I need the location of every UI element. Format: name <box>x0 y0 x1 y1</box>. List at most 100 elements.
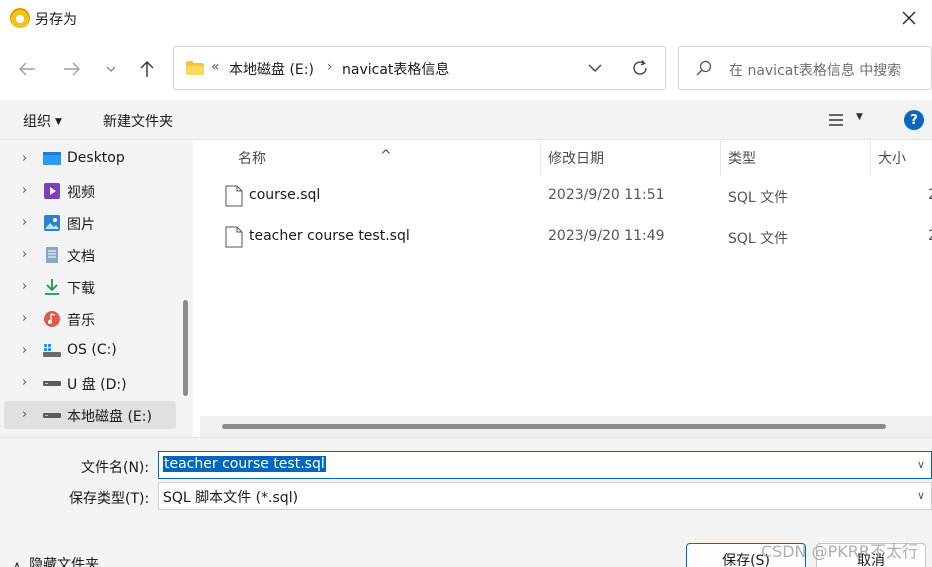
organize-label: 组织 <box>23 114 51 130</box>
documents-icon <box>46 247 58 263</box>
view-options-icon[interactable] <box>828 112 844 128</box>
table-row[interactable]: teacher course test.sql 2023/9/20 11:49 … <box>200 219 932 259</box>
column-header-name[interactable]: 名称 ^ <box>200 140 541 176</box>
back-arrow-icon <box>19 62 35 76</box>
chevron-down-icon[interactable] <box>584 57 606 79</box>
sidebar-item-label: 图片 <box>67 217 95 233</box>
sidebar-item-pictures[interactable]: › 图片 <box>4 209 176 237</box>
sidebar-item-videos[interactable]: › 视频 <box>4 177 176 205</box>
breadcrumb-current-folder[interactable]: navicat表格信息 <box>342 59 449 79</box>
sort-ascending-icon: ^ <box>380 148 392 164</box>
desktop-icon <box>43 152 61 165</box>
file-icon <box>225 226 243 248</box>
downloads-icon <box>45 279 59 295</box>
file-modified: 2023/9/20 11:51 <box>548 187 665 203</box>
drive-c-icon <box>43 344 61 357</box>
sidebar-item-label: Desktop <box>67 150 125 166</box>
help-icon[interactable]: ? <box>904 110 924 130</box>
up-arrow-icon <box>140 61 154 77</box>
horizontal-scrollbar[interactable] <box>200 416 932 437</box>
chevron-right-icon[interactable]: › <box>22 247 27 262</box>
hide-folders-toggle[interactable]: ∧ 隐藏文件夹 <box>13 554 99 567</box>
file-size: 2 <box>928 187 932 203</box>
organize-menu[interactable]: 组织 ▼ <box>23 111 62 131</box>
save-form: 文件名(N): teacher course test.sql ∨ 保存类型(T… <box>0 437 932 567</box>
chevron-down-icon[interactable]: ∨ <box>917 458 925 471</box>
address-bar[interactable]: « 本地磁盘 (E:) › navicat表格信息 <box>173 46 666 90</box>
sidebar-item-label: 音乐 <box>67 313 95 329</box>
close-icon <box>902 11 916 25</box>
column-header-size[interactable]: 大小 <box>871 140 932 176</box>
search-box[interactable]: 在 navicat表格信息 中搜索 <box>678 46 932 90</box>
up-button[interactable] <box>133 55 161 83</box>
chevron-right-icon[interactable]: › <box>22 375 27 390</box>
file-name: course.sql <box>249 187 321 203</box>
folder-icon <box>186 61 204 75</box>
close-button[interactable] <box>886 0 932 36</box>
usb-drive-icon <box>43 381 61 386</box>
navigation-pane: › Desktop › 视频 › 图片 › 文档 › 下载 › 音乐 › OS … <box>0 140 193 437</box>
back-button[interactable] <box>13 55 41 83</box>
search-icon <box>696 60 712 76</box>
videos-icon <box>44 183 60 199</box>
sidebar-item-label: 文档 <box>67 249 95 265</box>
sidebar-item-drive-c[interactable]: › OS (C:) <box>4 337 176 365</box>
window-title: 另存为 <box>35 12 77 28</box>
filetype-label: 保存类型(T): <box>69 491 150 507</box>
pictures-icon <box>44 215 60 231</box>
forward-button[interactable] <box>58 55 86 83</box>
search-input[interactable]: 在 navicat表格信息 中搜索 <box>729 60 901 80</box>
sidebar-item-label: U 盘 (D:) <box>67 377 127 393</box>
chevron-down-icon <box>106 66 116 72</box>
column-modified-label: 修改日期 <box>548 151 604 167</box>
file-name: teacher course test.sql <box>249 228 410 244</box>
file-size: 2 <box>928 228 932 244</box>
recent-locations-button[interactable] <box>97 55 125 83</box>
file-type: SQL 文件 <box>728 231 789 247</box>
scrollbar-thumb[interactable] <box>222 424 886 429</box>
refresh-icon[interactable] <box>629 57 651 79</box>
hide-folders-label: 隐藏文件夹 <box>29 557 100 567</box>
column-header-type[interactable]: 类型 <box>721 140 871 176</box>
column-header-modified[interactable]: 修改日期 <box>541 140 721 176</box>
chevron-down-icon[interactable]: ∨ <box>917 489 925 502</box>
chevron-up-icon: ∧ <box>13 559 22 567</box>
file-modified: 2023/9/20 11:49 <box>548 228 665 244</box>
column-size-label: 大小 <box>878 151 906 167</box>
column-name-label: 名称 <box>238 151 266 167</box>
chevron-right-icon[interactable]: › <box>22 279 27 294</box>
watermark: CSDN @PKRR不太行 <box>760 542 918 561</box>
breadcrumb-separator: › <box>327 59 333 75</box>
breadcrumb-overflow[interactable]: « <box>211 59 220 75</box>
sidebar-item-usb-drive[interactable]: › U 盘 (D:) <box>4 369 176 397</box>
title-bar: 另存为 <box>0 0 932 36</box>
breadcrumb-drive-e[interactable]: 本地磁盘 (E:) <box>229 59 314 79</box>
chevron-right-icon[interactable]: › <box>22 151 27 166</box>
chevron-right-icon[interactable]: › <box>22 215 27 230</box>
caret-down-icon: ▼ <box>55 117 62 127</box>
new-folder-button[interactable]: 新建文件夹 <box>103 111 173 131</box>
table-row[interactable]: course.sql 2023/9/20 11:51 SQL 文件 2 <box>200 178 932 218</box>
sidebar-item-label: 视频 <box>67 185 95 201</box>
chevron-right-icon[interactable]: › <box>22 183 27 198</box>
sidebar-item-downloads[interactable]: › 下载 <box>4 273 176 301</box>
sidebar-item-music[interactable]: › 音乐 <box>4 305 176 333</box>
music-icon <box>44 311 60 327</box>
navigation-scrollbar[interactable] <box>183 300 188 396</box>
sidebar-item-documents[interactable]: › 文档 <box>4 241 176 269</box>
filename-value[interactable]: teacher course test.sql <box>163 456 326 472</box>
chevron-right-icon[interactable]: › <box>22 407 27 422</box>
filetype-select[interactable]: SQL 脚本文件 (*.sql) ∨ <box>158 482 932 510</box>
command-bar: 组织 ▼ 新建文件夹 ▼ ? <box>0 100 932 140</box>
caret-down-icon[interactable]: ▼ <box>856 112 863 122</box>
sidebar-item-label: 本地磁盘 (E:) <box>67 409 152 425</box>
sidebar-item-desktop[interactable]: › Desktop <box>4 145 176 173</box>
column-type-label: 类型 <box>728 151 756 167</box>
filename-field[interactable]: teacher course test.sql ∨ <box>158 451 932 479</box>
sidebar-item-drive-e[interactable]: › 本地磁盘 (E:) <box>4 401 176 429</box>
drive-e-icon <box>43 413 61 418</box>
chevron-right-icon[interactable]: › <box>22 311 27 326</box>
forward-arrow-icon <box>64 62 80 76</box>
navicat-app-icon <box>10 8 30 28</box>
chevron-right-icon[interactable]: › <box>22 343 27 358</box>
